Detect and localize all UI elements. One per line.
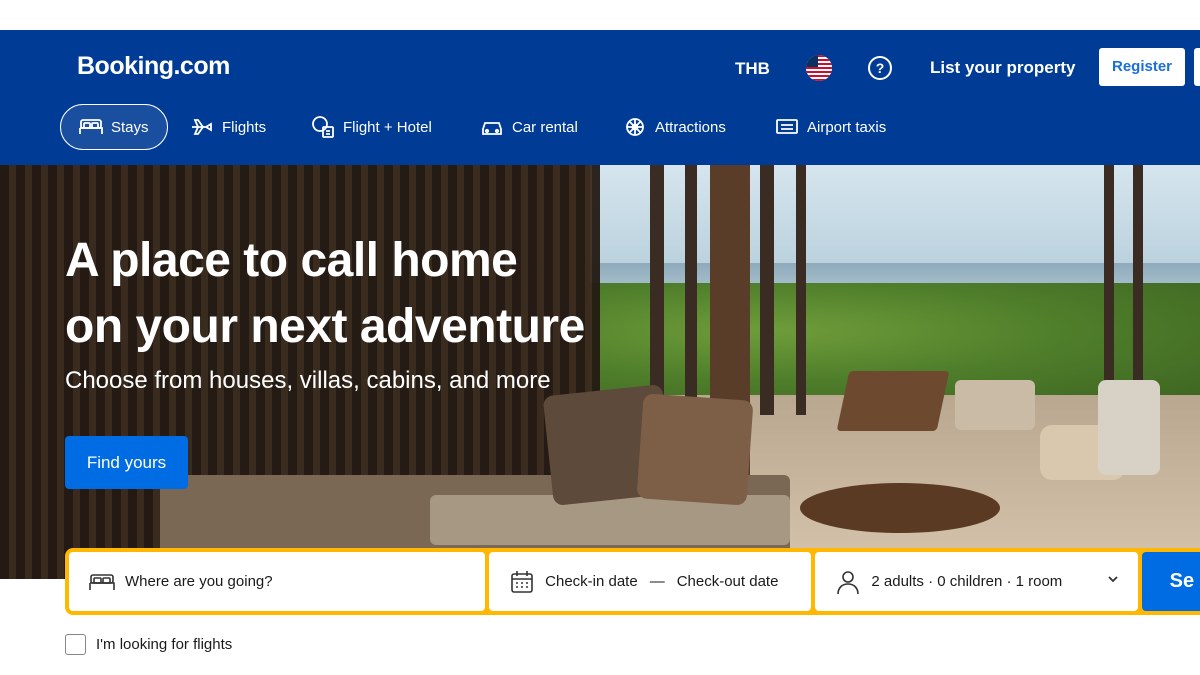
calendar-icon (509, 569, 535, 595)
taxi-icon (775, 115, 799, 139)
hero-banner: A place to call home on your next advent… (0, 165, 1200, 579)
chevron-down-icon (1106, 572, 1120, 590)
suitcase (1098, 380, 1160, 475)
hero-post (1133, 165, 1143, 415)
date-separator: — (649, 573, 665, 590)
search-bar: Where are you going? Check-in date — Che… (65, 548, 1200, 615)
tab-label: Flight + Hotel (343, 118, 432, 136)
list-your-property-link[interactable]: List your property (930, 58, 1075, 78)
flights-checkbox[interactable] (65, 634, 86, 655)
car-icon (480, 115, 504, 139)
tab-attractions[interactable]: Attractions (623, 104, 726, 150)
tab-flight-hotel[interactable]: Flight + Hotel (311, 104, 432, 150)
flight-hotel-icon (311, 115, 335, 139)
pillow (636, 393, 754, 506)
hero-title: A place to call home on your next advent… (65, 228, 745, 360)
date-picker[interactable]: Check-in date — Check-out date (489, 552, 812, 611)
tab-flights[interactable]: Flights (190, 104, 266, 150)
hero-post (796, 165, 806, 415)
hero-post (760, 165, 774, 415)
flights-checkbox-label: I'm looking for flights (96, 636, 233, 653)
plane-icon (190, 115, 214, 139)
tab-car-rental[interactable]: Car rental (480, 104, 578, 150)
guests-summary: 2 adults · 0 children · 1 room (871, 573, 1063, 590)
tab-label: Attractions (655, 118, 726, 136)
lounge-chair (836, 371, 950, 431)
checkin-label: Check-in date (545, 573, 638, 590)
hero-title-line: on your next adventure (65, 300, 585, 353)
tab-label: Flights (222, 118, 267, 136)
attractions-icon (623, 115, 647, 139)
currency-selector[interactable]: THB (735, 59, 770, 79)
tab-airport-taxis[interactable]: Airport taxis (775, 104, 886, 150)
help-icon[interactable]: ? (868, 56, 892, 80)
us-flag-icon[interactable] (806, 55, 832, 81)
tab-label: Stays (111, 118, 149, 136)
hero-post (1104, 165, 1114, 415)
destination-field[interactable]: Where are you going? (69, 552, 486, 611)
search-button[interactable]: Se (1141, 552, 1200, 611)
find-yours-button[interactable]: Find yours (65, 436, 188, 489)
sign-in-button[interactable] (1194, 48, 1200, 86)
coffee-table (800, 483, 1000, 533)
tab-stays[interactable]: Stays (60, 104, 168, 150)
person-icon (835, 569, 861, 595)
tab-label: Airport taxis (807, 118, 887, 136)
tab-label: Car rental (512, 118, 578, 136)
stone-stool (955, 380, 1035, 430)
booking-homepage: Booking.com THB ? List your property Reg… (0, 0, 1200, 675)
top-header: Booking.com THB ? List your property Reg… (0, 30, 1200, 165)
hero-title-line: A place to call home (65, 234, 518, 287)
bed-icon (89, 569, 115, 595)
bed-icon (79, 115, 103, 139)
flights-checkbox-row[interactable]: I'm looking for flights (65, 634, 232, 655)
destination-placeholder: Where are you going? (125, 573, 273, 590)
booking-logo[interactable]: Booking.com (77, 52, 230, 81)
checkout-label: Check-out date (676, 573, 779, 590)
guests-selector[interactable]: 2 adults · 0 children · 1 room (815, 552, 1138, 611)
hero-subtitle: Choose from houses, villas, cabins, and … (65, 367, 551, 394)
register-button[interactable]: Register (1099, 48, 1185, 86)
